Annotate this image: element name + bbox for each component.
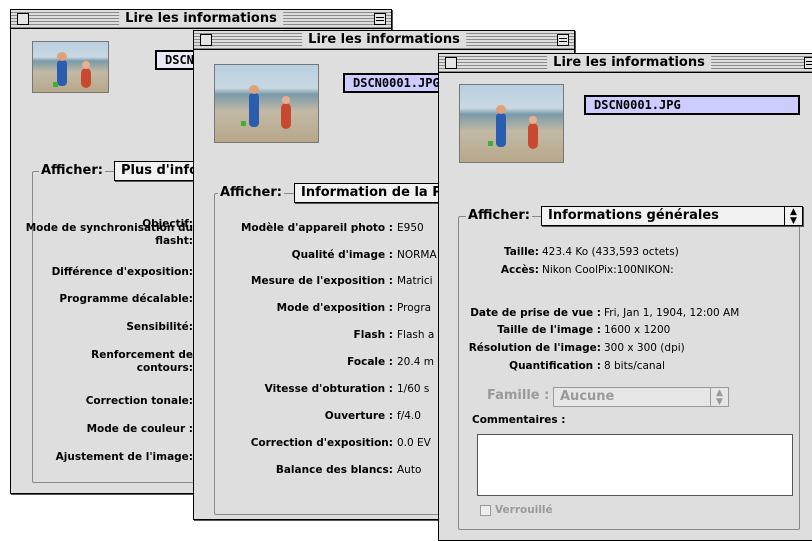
close-box-icon[interactable] xyxy=(200,34,212,46)
value-focale: 20.4 m xyxy=(397,356,434,368)
label-date-prise-vue: Date de prise de vue : xyxy=(470,307,601,319)
value-modele-appareil: E950 xyxy=(397,222,424,234)
value-qualite-image: NORMA xyxy=(397,249,437,261)
famille-popup-value: Aucune xyxy=(560,389,615,404)
title-bar[interactable]: Lire les informations xyxy=(194,31,574,50)
value-vitesse-obturation: 1/60 s xyxy=(397,383,430,395)
window-title: Lire les informations xyxy=(302,32,466,47)
window-title: Lire les informations xyxy=(119,11,283,26)
label-ouverture: Ouverture : xyxy=(324,410,393,422)
label-correction-exposition: Correction d'exposition: xyxy=(250,437,393,449)
image-thumbnail xyxy=(214,64,319,143)
label-acces: Accès: xyxy=(500,264,539,276)
label-programme-decalable: Programme décalable: xyxy=(59,293,193,305)
label-mode-sync-flash: Mode de synchronisation du flasht: xyxy=(25,222,193,247)
label-vitesse-obturation: Vitesse d'obturation : xyxy=(264,383,393,395)
zoom-box-icon[interactable] xyxy=(557,34,569,46)
zoom-box-icon[interactable] xyxy=(374,13,386,25)
value-flash: Flash a xyxy=(397,329,435,341)
label-quantification: Quantification : xyxy=(509,360,601,372)
popup-arrows-icon: ▲ ▼ xyxy=(710,388,728,406)
title-bar[interactable]: Lire les informations xyxy=(11,10,391,29)
label-mode-couleur: Mode de couleur : xyxy=(86,423,193,435)
image-thumbnail xyxy=(459,84,564,163)
label-qualite-image: Qualité d'image : xyxy=(291,249,393,261)
value-mode-exposition: Progra xyxy=(397,302,432,314)
value-ouverture: f/4.0 xyxy=(397,410,421,422)
window-title: Lire les informations xyxy=(547,55,711,70)
value-quantification: 8 bits/canal xyxy=(604,360,665,372)
zoom-box-icon[interactable] xyxy=(804,57,812,69)
info-window-front: Lire les informations DSCN0001.JPG Affic… xyxy=(438,53,812,541)
verrouille-checkbox[interactable] xyxy=(480,505,491,516)
label-renforcement-contours: Renforcement de contours: xyxy=(91,349,193,374)
value-taille: 423.4 Ko (433,593 octets) xyxy=(542,246,679,258)
close-box-icon[interactable] xyxy=(445,57,457,69)
label-resolution-image: Résolution de l'image: xyxy=(468,342,601,354)
popup-arrows-icon: ▲ ▼ xyxy=(784,207,802,225)
label-sensibilite: Sensibilité: xyxy=(126,321,193,333)
label-mesure-exposition: Mesure de l'exposition : xyxy=(251,275,393,287)
value-correction-exposition: 0.0 EV xyxy=(397,437,431,449)
verrouille-label: Verrouillé xyxy=(495,504,553,516)
file-name-field[interactable]: DSCN0001.JPG xyxy=(584,95,800,115)
label-correction-tonale: Correction tonale: xyxy=(85,395,193,407)
label-difference-exposition: Différence d'exposition: xyxy=(51,266,193,278)
value-balance-blancs: Auto xyxy=(397,464,422,476)
afficher-popup[interactable]: Informations générales ▲ ▼ xyxy=(541,206,803,226)
value-date-prise-vue: Fri, Jan 1, 1904, 12:00 AM xyxy=(604,307,740,319)
label-flash: Flash : xyxy=(353,329,393,341)
title-bar[interactable]: Lire les informations xyxy=(439,54,812,73)
famille-label: Famille : xyxy=(485,388,552,403)
label-taille-image: Taille de l'image : xyxy=(497,324,601,336)
value-resolution-image: 300 x 300 (dpi) xyxy=(604,342,685,354)
label-modele-appareil: Modèle d'appareil photo : xyxy=(240,222,393,234)
image-thumbnail xyxy=(32,41,109,93)
label-focale: Focale : xyxy=(347,356,393,368)
famille-popup[interactable]: Aucune ▲ ▼ xyxy=(553,387,729,407)
value-taille-image: 1600 x 1200 xyxy=(604,324,671,336)
label-mode-exposition: Mode d'exposition : xyxy=(276,302,393,314)
value-mesure-exposition: Matrici xyxy=(397,275,433,287)
commentaires-textarea[interactable] xyxy=(477,434,793,496)
label-taille: Taille: xyxy=(503,246,539,258)
label-balance-blancs: Balance des blancs: xyxy=(275,464,393,476)
afficher-label: Afficher: xyxy=(466,208,532,223)
afficher-popup-value: Informations générales xyxy=(548,208,719,223)
commentaires-label: Commentaires : xyxy=(472,414,566,426)
value-acces: Nikon CoolPix:100NIKON: xyxy=(542,264,674,276)
afficher-label: Afficher: xyxy=(39,163,105,178)
afficher-label: Afficher: xyxy=(218,185,284,200)
label-ajustement-image: Ajustement de l'image: xyxy=(55,451,193,463)
close-box-icon[interactable] xyxy=(17,13,29,25)
